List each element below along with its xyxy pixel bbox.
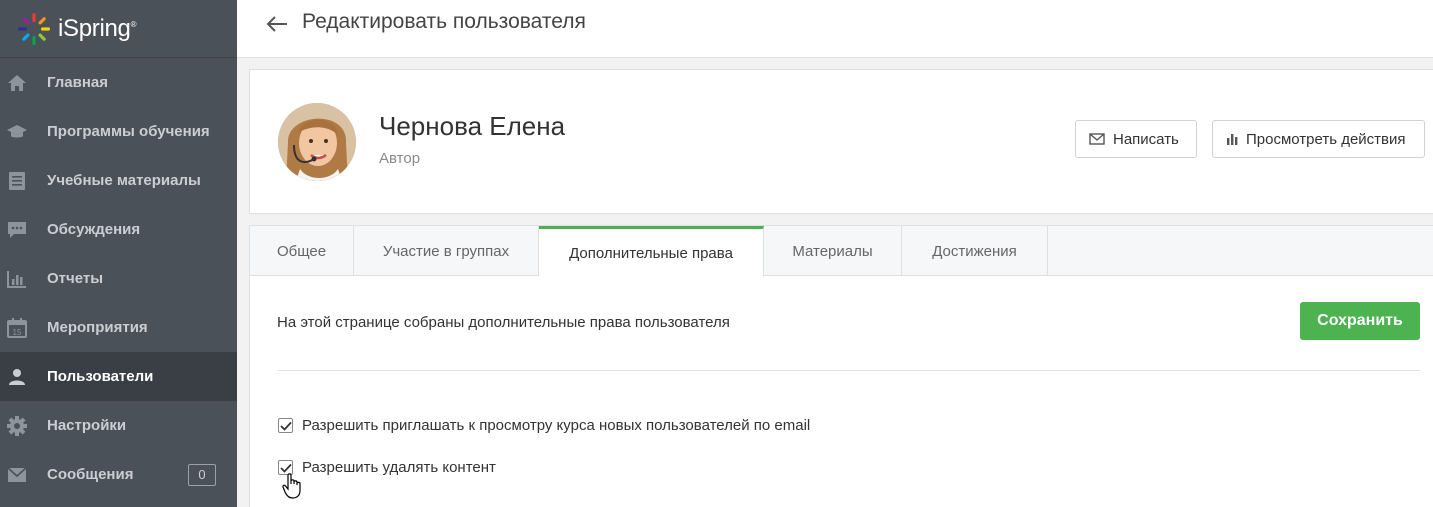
logo-text: iSpring® <box>58 14 137 42</box>
avatar <box>278 103 356 181</box>
hand-cursor-icon <box>282 473 304 499</box>
messages-count-badge: 0 <box>188 463 216 486</box>
logo[interactable]: iSpring® <box>0 0 237 58</box>
sidebar-item-label: Пользователи <box>47 368 154 385</box>
sidebar-item-materials[interactable]: Учебные материалы <box>0 156 237 205</box>
view-actions-button[interactable]: Просмотреть действия <box>1212 120 1425 158</box>
page-title: Редактировать пользователя <box>302 10 586 33</box>
chat-bubble-icon <box>6 219 28 241</box>
permission-checkbox[interactable] <box>278 418 293 433</box>
svg-text:15: 15 <box>13 328 22 337</box>
sidebar-item-settings[interactable]: Настройки <box>0 401 237 450</box>
tabs-bar: Общее Участие в группах Дополнительные п… <box>250 226 1433 277</box>
sidebar-item-label: Обсуждения <box>47 221 141 238</box>
tab-group-membership[interactable]: Участие в группах <box>354 226 539 276</box>
sidebar-item-messages[interactable]: Сообщения 0 <box>0 450 237 499</box>
envelope-icon <box>1089 133 1105 145</box>
sidebar-item-label: Отчеты <box>47 270 104 287</box>
sidebar-item-label: Учебные материалы <box>47 172 201 189</box>
sidebar-item-home[interactable]: Главная <box>0 58 237 107</box>
tab-materials[interactable]: Материалы <box>764 226 902 276</box>
sidebar-item-events[interactable]: 15 Мероприятия <box>0 303 237 352</box>
tab-additional-rights[interactable]: Дополнительные права <box>539 226 764 277</box>
sidebar-item-label: Настройки <box>47 417 127 434</box>
document-list-icon <box>6 170 28 192</box>
permission-invite-by-email[interactable]: Разрешить приглашать к просмотру курса н… <box>278 417 810 434</box>
permission-label: Разрешить приглашать к просмотру курса н… <box>302 417 811 434</box>
graduation-cap-icon <box>6 121 28 143</box>
sidebar-item-programs[interactable]: Программы обучения <box>0 107 237 156</box>
user-name: Чернова Елена <box>379 111 566 141</box>
gear-icon <box>6 415 28 437</box>
home-icon <box>6 72 28 94</box>
bar-chart-icon <box>1226 133 1238 145</box>
sidebar-item-users[interactable]: Пользователи <box>0 352 237 401</box>
permission-delete-content[interactable]: Разрешить удалять контент <box>278 459 496 476</box>
write-message-label: Написать <box>1113 130 1179 148</box>
sidebar-item-reports[interactable]: Отчеты <box>0 254 237 303</box>
page-description: На этой странице собраны дополнительные … <box>277 314 730 331</box>
permission-label: Разрешить удалять контент <box>302 459 496 476</box>
sidebar-item-label: Сообщения <box>47 466 134 483</box>
envelope-icon <box>6 464 28 486</box>
divider <box>277 370 1420 371</box>
permissions-panel: Общее Участие в группах Дополнительные п… <box>249 225 1433 507</box>
sidebar-item-label: Программы обучения <box>47 123 210 140</box>
back-arrow-icon[interactable] <box>265 14 289 34</box>
tab-general[interactable]: Общее <box>250 226 354 276</box>
sidebar-item-discussions[interactable]: Обсуждения <box>0 205 237 254</box>
sidebar-item-label: Главная <box>47 74 109 91</box>
sidebar: iSpring® Главная Программы обучения Учеб… <box>0 0 237 507</box>
user-icon <box>6 366 28 388</box>
ispring-logo-icon <box>16 11 52 47</box>
profile-card: Чернова Елена Автор Написать Просмотреть… <box>249 69 1433 214</box>
view-actions-label: Просмотреть действия <box>1246 130 1406 148</box>
sidebar-item-label: Мероприятия <box>47 319 148 336</box>
page-header: Редактировать пользователя <box>237 0 1433 58</box>
bar-chart-icon <box>6 268 28 290</box>
write-message-button[interactable]: Написать <box>1075 120 1197 158</box>
save-button[interactable]: Сохранить <box>1300 302 1420 340</box>
tab-achievements[interactable]: Достижения <box>902 226 1048 276</box>
calendar-icon: 15 <box>6 317 28 339</box>
user-role: Автор <box>379 150 421 167</box>
